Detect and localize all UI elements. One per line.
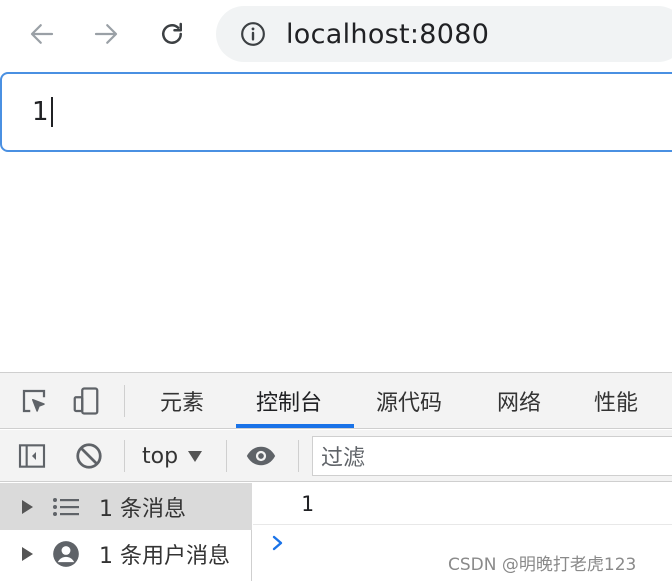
expand-triangle-icon[interactable] <box>22 546 33 561</box>
devtools-tab-bar: 元素 控制台 源代码 网络 性能 <box>0 373 672 429</box>
devtools-panel: 元素 控制台 源代码 网络 性能 top 过滤 1 条消息 1 条用户消息 1 <box>0 372 672 581</box>
tab-divider <box>124 385 125 417</box>
watermark: CSDN @明晚打老虎123 <box>448 555 637 575</box>
filter-placeholder: 过滤 <box>321 446 366 471</box>
console-sidebar: 1 条消息 1 条用户消息 <box>0 483 252 581</box>
console-prompt-chevron-icon <box>272 535 283 551</box>
toolbar-divider <box>298 440 299 472</box>
tab-console[interactable]: 控制台 <box>256 373 322 429</box>
active-tab-indicator <box>236 424 354 428</box>
device-toolbar-button[interactable] <box>68 383 104 419</box>
reload-icon <box>162 22 182 44</box>
context-value: top <box>142 443 179 469</box>
reload-button[interactable] <box>152 14 192 54</box>
inspect-cursor-icon <box>22 389 46 413</box>
sidebar-item-label: 1 条用户消息 <box>99 543 230 569</box>
browser-toolbar: localhost:8080 <box>0 0 672 68</box>
console-log-line[interactable]: 1 <box>253 483 672 525</box>
url-text: localhost:8080 <box>286 18 490 50</box>
device-mobile-icon <box>73 387 99 415</box>
expand-triangle-icon[interactable] <box>22 499 33 514</box>
toggle-sidebar-button[interactable] <box>14 438 50 474</box>
back-button[interactable] <box>22 14 62 54</box>
sidebar-item-user-messages[interactable]: 1 条用户消息 <box>0 530 252 577</box>
text-caret <box>50 97 53 127</box>
list-icon <box>51 492 81 522</box>
tab-network[interactable]: 网络 <box>497 373 541 429</box>
tab-elements[interactable]: 元素 <box>160 373 204 429</box>
forward-button[interactable] <box>86 14 126 54</box>
input-value: 1 <box>32 97 49 127</box>
tab-performance[interactable]: 性能 <box>594 373 638 429</box>
eye-icon <box>246 446 276 466</box>
page-text-input[interactable]: 1 <box>0 72 672 152</box>
context-selector[interactable]: top <box>142 430 203 482</box>
toolbar-divider <box>124 440 125 472</box>
back-arrow-icon <box>30 24 54 44</box>
clear-block-icon <box>76 443 102 469</box>
sidebar-toggle-icon <box>18 444 46 468</box>
filter-input[interactable]: 过滤 <box>312 436 672 476</box>
chevron-down-icon <box>188 450 203 462</box>
console-toolbar: top 过滤 <box>0 430 672 482</box>
live-expression-button[interactable] <box>243 438 279 474</box>
sidebar-item-messages[interactable]: 1 条消息 <box>0 483 252 530</box>
address-bar[interactable]: localhost:8080 <box>216 6 672 62</box>
user-icon <box>51 539 81 569</box>
info-icon[interactable] <box>240 21 266 47</box>
forward-arrow-icon <box>94 24 118 44</box>
toolbar-divider <box>226 440 227 472</box>
inspect-element-button[interactable] <box>16 383 52 419</box>
clear-console-button[interactable] <box>71 438 107 474</box>
sidebar-item-label: 1 条消息 <box>99 496 186 522</box>
tab-sources[interactable]: 源代码 <box>376 373 442 429</box>
